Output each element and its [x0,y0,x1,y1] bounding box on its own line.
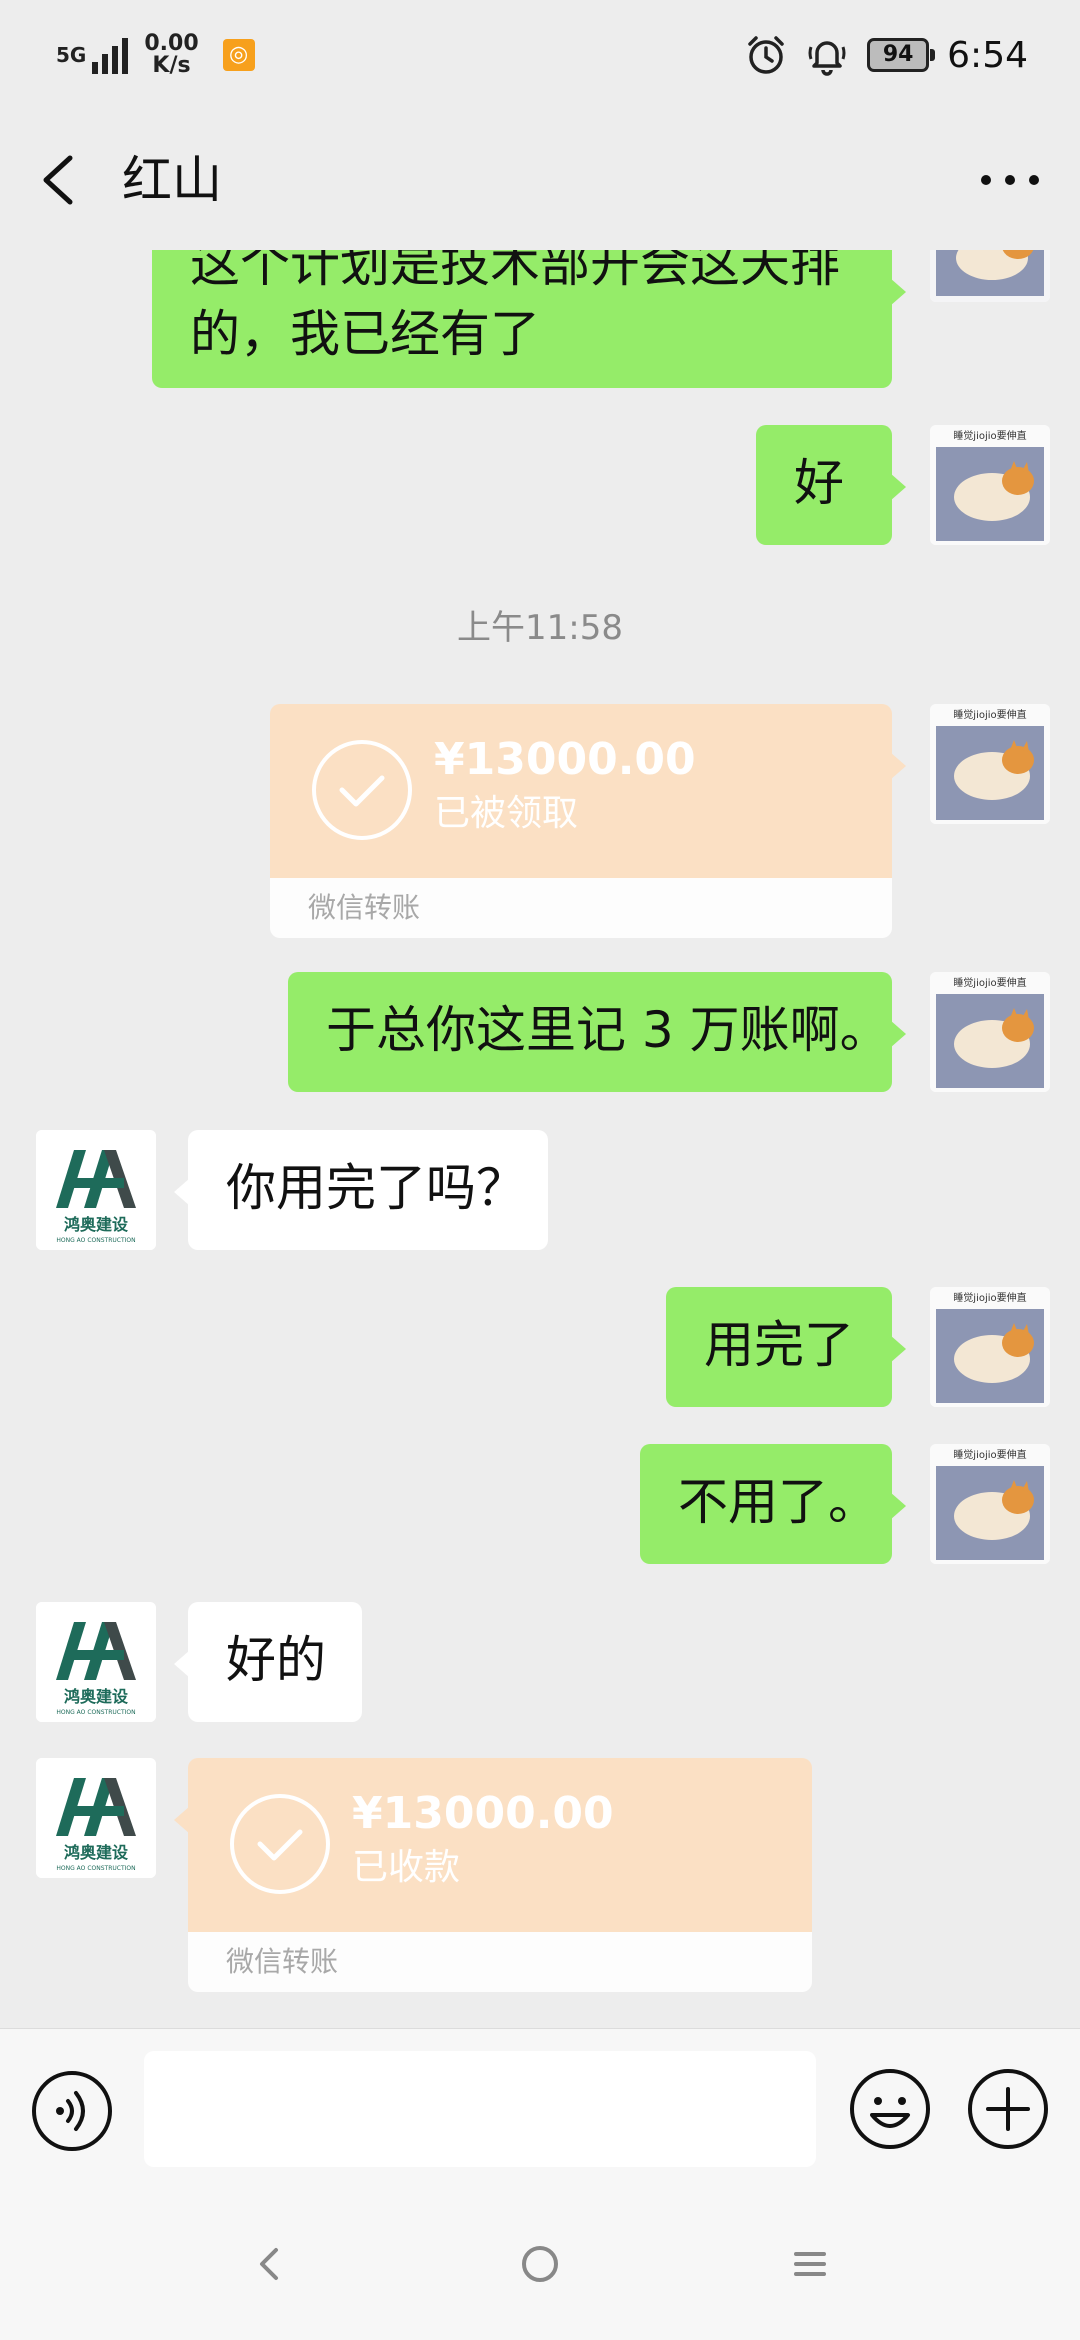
transfer-label: 微信转账 [308,891,421,924]
chat-title: 红山 [122,151,222,209]
check-icon [312,740,412,840]
svg-text:HONG AO CONSTRUCTION: HONG AO CONSTRUCTION [56,1709,135,1716]
svg-text:鸿奥建设: 鸿奥建设 [64,1687,129,1706]
svg-text:HONG AO CONSTRUCTION: HONG AO CONSTRUCTION [56,1865,135,1872]
svg-text:鸿奥建设: 鸿奥建设 [64,1215,129,1234]
svg-text:HONG AO CONSTRUCTION: HONG AO CONSTRUCTION [56,1237,135,1244]
app-notification-icon: ◎ [222,39,255,71]
input-bar [0,2028,1080,2189]
cat-photo-icon: 睡觉jiojio要伸直 [930,425,1050,545]
bell-icon [808,41,846,76]
message-text: 于总你这里记 3 万账啊。 [326,1001,890,1059]
message-text: 不用了。 [678,1473,878,1531]
network-type: 5G [56,43,87,67]
message-text: 的，我已经有了 [190,305,540,363]
message-bubble-self[interactable]: 不用了。 [640,1444,906,1564]
svg-text:睡觉jiojio要伸直: 睡觉jiojio要伸直 [953,429,1026,442]
message-bubble-self[interactable]: 于总你这里记 3 万账啊。 [288,972,906,1092]
nav-back-icon[interactable] [238,2232,302,2296]
message-bubble-other[interactable]: 你用完了吗？ [174,1130,548,1250]
svg-text:鸿奥建设: 鸿奥建设 [64,1843,129,1862]
message-text: 好 [794,454,844,512]
cat-photo-icon: 睡觉jiojio要伸直 [930,704,1050,824]
nav-home-icon[interactable] [508,2232,572,2296]
back-icon[interactable] [30,150,90,210]
cat-photo-icon: 睡觉jiojio要伸直 [930,1287,1050,1407]
battery-indicator: 94 [867,38,936,72]
contact-avatar[interactable]: 鸿奥建设 HONG AO CONSTRUCTION [36,1758,156,1878]
message-text: 用完了 [704,1316,854,1374]
transfer-status: 已收款 [352,1847,461,1888]
cat-photo-icon: 睡觉jiojio要伸直 [930,1444,1050,1564]
system-nav-bar [0,2188,1080,2340]
time-divider: 上午11:58 [457,608,623,648]
message-text: 你用完了吗？ [226,1159,526,1217]
more-icon[interactable] [970,150,1050,210]
svg-text:睡觉jiojio要伸直: 睡觉jiojio要伸直 [953,1291,1026,1304]
message-bubble-self[interactable]: 用完了 [666,1287,906,1407]
company-logo-icon: 鸿奥建设 HONG AO CONSTRUCTION [36,1602,156,1722]
network-speed: 0.00 K/s [144,31,199,78]
plus-icon[interactable] [966,2067,1050,2151]
self-avatar[interactable]: 睡觉jiojio要伸直 [930,972,1050,1092]
check-icon [230,1794,330,1894]
self-avatar[interactable]: 睡觉jiojio要伸直 [930,704,1050,824]
contact-avatar[interactable]: 鸿奥建设 HONG AO CONSTRUCTION [36,1602,156,1722]
signal-icon [92,36,129,74]
message-bubble-other[interactable]: 好的 [174,1602,362,1722]
chat-header: 红山 [0,110,1080,250]
cat-photo-icon [930,250,1050,302]
cat-photo-icon: 睡觉jiojio要伸直 [930,972,1050,1092]
voice-icon[interactable] [30,2069,114,2153]
alarm-icon [748,36,784,74]
svg-text:睡觉jiojio要伸直: 睡觉jiojio要伸直 [953,1448,1026,1461]
svg-text:睡觉jiojio要伸直: 睡觉jiojio要伸直 [953,708,1026,721]
self-avatar[interactable]: 睡觉jiojio要伸直 [930,1287,1050,1407]
status-bar: 5G 0.00 K/s ◎ 94 6:54 [0,0,1080,110]
self-avatar[interactable]: 睡觉jiojio要伸直 [930,1444,1050,1564]
company-logo-icon: 鸿奥建设 HONG AO CONSTRUCTION [36,1758,156,1878]
transfer-card-self[interactable]: ¥13000.00 已被领取 微信转账 [270,704,906,938]
status-left: 5G 0.00 K/s ◎ [56,30,255,80]
svg-text:睡觉jiojio要伸直: 睡觉jiojio要伸直 [953,976,1026,989]
self-avatar[interactable] [930,250,1050,302]
message-input[interactable] [144,2051,816,2167]
contact-avatar[interactable]: 鸿奥建设 HONG AO CONSTRUCTION [36,1130,156,1250]
transfer-amount: ¥13000.00 [352,1788,614,1839]
message-list[interactable]: 这个计划是技术部开会这天排 的，我已经有了 好 睡觉jiojio要伸直 上午11… [0,250,1080,2028]
message-bubble-self[interactable]: 好 [756,425,906,545]
nav-menu-icon[interactable] [778,2232,842,2296]
self-avatar[interactable]: 睡觉jiojio要伸直 [930,425,1050,545]
message-text: 这个计划是技术部开会这天排 [190,250,840,293]
transfer-card-other[interactable]: ¥13000.00 已收款 微信转账 [174,1758,812,1992]
transfer-status: 已被领取 [434,793,579,834]
message-bubble-self[interactable]: 这个计划是技术部开会这天排 的，我已经有了 [152,250,906,388]
clock: 6:54 [947,34,1028,76]
status-right: 94 6:54 [745,28,1028,82]
company-logo-icon: 鸿奥建设 HONG AO CONSTRUCTION [36,1130,156,1250]
transfer-label: 微信转账 [226,1945,339,1978]
transfer-amount: ¥13000.00 [434,734,696,785]
emoji-icon[interactable] [848,2067,932,2151]
message-text: 好的 [226,1631,326,1689]
